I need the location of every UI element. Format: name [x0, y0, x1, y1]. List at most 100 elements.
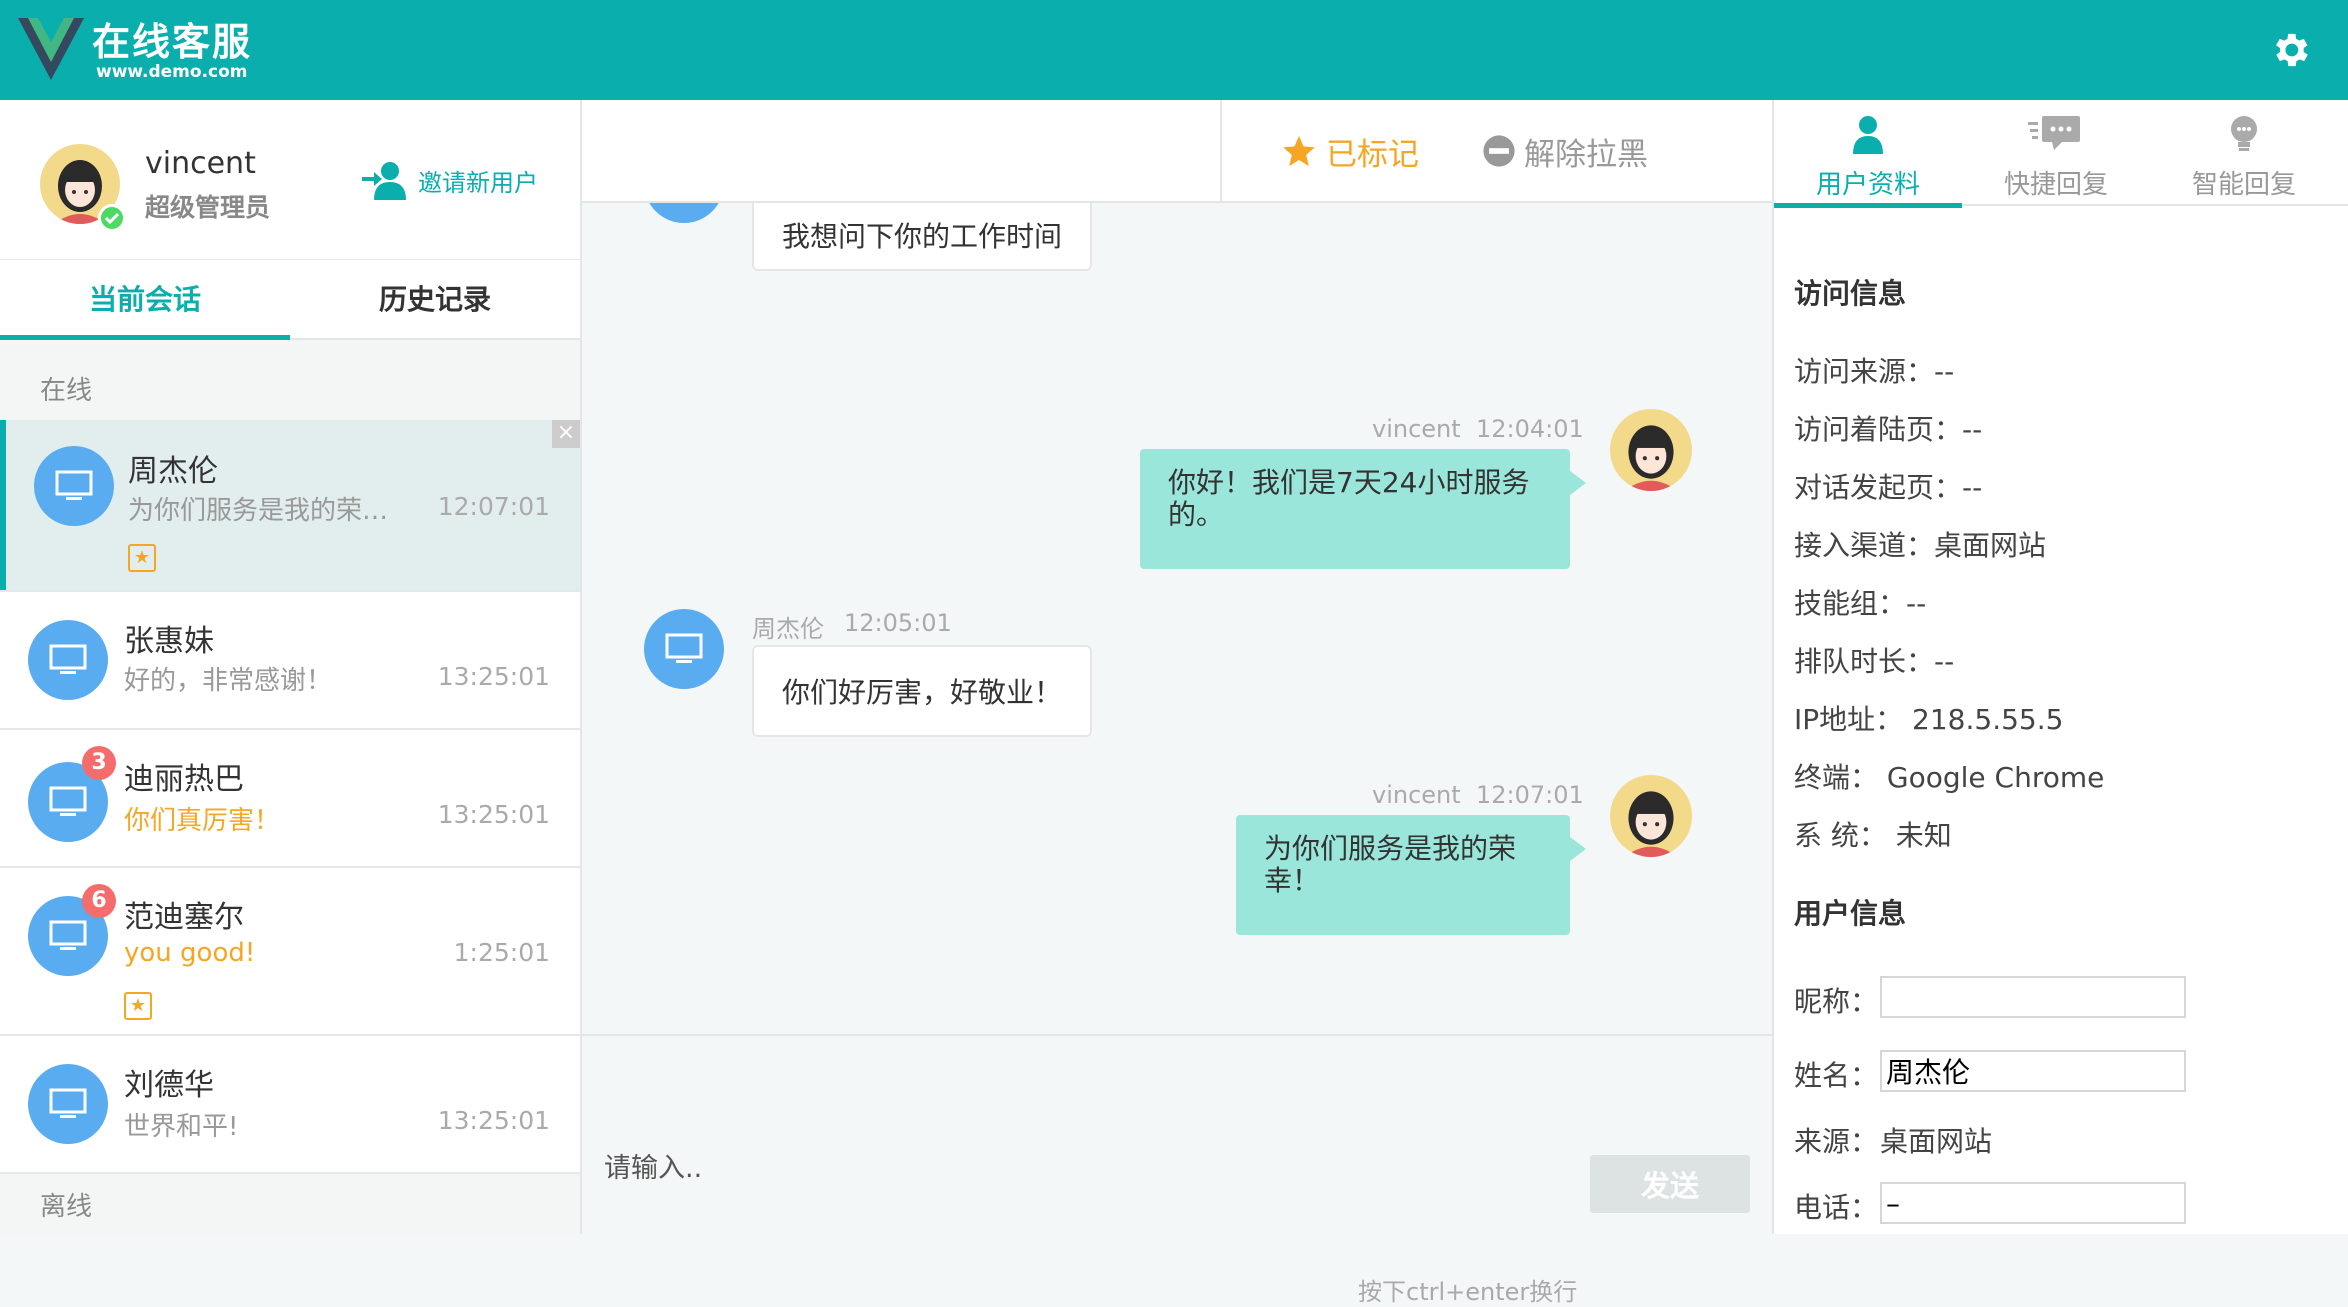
chat-toolbar: 已标记 解除拉黑: [582, 100, 1772, 203]
admin-profile: vincent 超级管理员 邀请新用户: [0, 100, 580, 260]
minus-circle-icon: [1483, 135, 1515, 167]
chat-area: 已标记 解除拉黑 我想问下你的工作时间 vincent 12:04:01 你好！…: [582, 100, 1772, 1306]
session-time: 13:25:01: [437, 800, 550, 829]
session-time: 13:25:01: [437, 1106, 550, 1135]
left-panel: vincent 超级管理员 邀请新用户 当前会话 历史记录 在线 × 周杰伦 为…: [0, 100, 582, 1234]
monitor-icon: [644, 203, 724, 223]
message-time: 12:04:01: [1476, 415, 1584, 443]
session-item[interactable]: 3 迪丽热巴 你们真厉害！ 13:25:01: [0, 730, 580, 868]
tab-current-sessions[interactable]: 当前会话: [0, 260, 290, 340]
user-info-title: 用户信息: [1794, 897, 1907, 930]
session-item[interactable]: 张惠妹 好的，非常感谢！ 13:25:01: [0, 592, 580, 730]
chat-bubble-icon: [2028, 116, 2080, 150]
session-last-message: 好的，非常感谢！: [124, 666, 333, 696]
star-icon: ★: [124, 992, 152, 1020]
source-value: 桌面网站: [1880, 1125, 1993, 1158]
queue-duration: 排队时长：--: [1794, 645, 1955, 678]
session-name: 范迪塞尔: [124, 900, 244, 935]
session-last-message: 为你们服务是我的荣…: [128, 496, 389, 526]
message-input[interactable]: [602, 1146, 1202, 1190]
marked-button[interactable]: 已标记: [1280, 128, 1419, 174]
message-bubble: 我想问下你的工作时间: [752, 203, 1092, 271]
session-item[interactable]: × 周杰伦 为你们服务是我的荣… 12:07:01 ★: [0, 420, 580, 592]
message-bubble: 为你们服务是我的荣幸！: [1236, 815, 1570, 935]
session-last-message: 你们真厉害！: [124, 806, 281, 836]
operating-system: 系 统： 未知: [1794, 819, 1952, 852]
session-tabs: 当前会话 历史记录: [0, 260, 580, 340]
visit-source: 访问来源：--: [1794, 355, 1955, 388]
nickname-field[interactable]: [1880, 976, 2186, 1018]
brand-subtitle: www.demo.com: [96, 62, 248, 82]
message-sender: vincent: [1372, 415, 1461, 443]
tab-quick-reply[interactable]: 快捷回复: [1962, 100, 2150, 206]
access-channel: 接入渠道：桌面网站: [1794, 529, 2047, 562]
online-status-icon: [98, 204, 126, 232]
session-item[interactable]: 6 范迪塞尔 you good! 1:25:01 ★: [0, 868, 580, 1036]
tab-quick-reply-label: 快捷回复: [2003, 170, 2108, 200]
group-label-online: 在线: [40, 376, 93, 406]
ip-address: IP地址： 218.5.55.5: [1794, 703, 2064, 736]
composer-hint: 按下ctrl+enter换行: [1358, 1278, 1578, 1306]
admin-role: 超级管理员: [145, 193, 271, 222]
top-header: 在线客服 www.demo.com: [0, 0, 2348, 100]
marked-label: 已标记: [1326, 136, 1419, 173]
tab-smart-reply[interactable]: 智能回复: [2150, 100, 2338, 206]
tab-user-profile-label: 用户资料: [1815, 170, 1920, 200]
bubble-tail: [1570, 837, 1586, 861]
group-label-offline: 离线: [40, 1192, 93, 1222]
message-sender: vincent: [1372, 781, 1461, 809]
close-icon[interactable]: ×: [552, 420, 580, 448]
invite-user-button[interactable]: 邀请新用户: [362, 158, 538, 202]
star-icon: ★: [128, 544, 156, 572]
session-name: 张惠妹: [124, 624, 214, 659]
name-label: 姓名：: [1794, 1059, 1879, 1092]
vue-logo-icon: [18, 18, 84, 80]
session-name: 刘德华: [124, 1068, 214, 1103]
session-time: 12:07:01: [437, 492, 550, 521]
message-time: 12:07:01: [1476, 781, 1584, 809]
avatar: [1610, 775, 1692, 857]
tab-user-profile[interactable]: 用户资料: [1774, 100, 1962, 208]
session-item[interactable]: 刘德华 世界和平! 13:25:01: [0, 1036, 580, 1174]
unblock-label: 解除拉黑: [1524, 136, 1648, 173]
landing-page: 访问着陆页：--: [1794, 413, 1983, 446]
lightbulb-icon: [2231, 116, 2257, 151]
avatar: [1610, 409, 1692, 491]
star-icon: [1283, 136, 1315, 166]
send-button[interactable]: 发送: [1590, 1155, 1750, 1213]
unread-badge: 6: [82, 884, 116, 918]
bubble-tail: [1570, 471, 1586, 495]
name-field[interactable]: [1880, 1050, 2186, 1092]
user-icon: [1853, 116, 1883, 154]
admin-name: vincent: [145, 146, 256, 181]
message-sender: 周杰伦: [752, 615, 824, 643]
monitor-icon: [28, 1064, 108, 1144]
monitor-icon: [644, 609, 724, 689]
invite-user-label: 邀请新用户: [418, 168, 538, 197]
monitor-icon: [28, 620, 108, 700]
source-label: 来源：: [1794, 1125, 1879, 1158]
tab-smart-reply-label: 智能回复: [2191, 170, 2296, 200]
session-name: 周杰伦: [128, 454, 218, 489]
message-list: 我想问下你的工作时间 vincent 12:04:01 你好！我们是7天24小时…: [582, 203, 1772, 1034]
unblock-button[interactable]: 解除拉黑: [1482, 128, 1648, 174]
toolbar-divider: [1220, 100, 1222, 201]
chat-origin-page: 对话发起页：--: [1794, 471, 1983, 504]
skill-group: 技能组：--: [1794, 587, 1927, 620]
right-panel: 用户资料 快捷回复 智能回复 访问信息 访问来源：-- 访问着陆页：-- 对话发…: [1772, 100, 2348, 1234]
nickname-label: 昵称：: [1794, 985, 1879, 1018]
phone-field[interactable]: [1880, 1182, 2186, 1224]
terminal: 终端： Google Chrome: [1794, 761, 2105, 794]
session-time: 13:25:01: [437, 662, 550, 691]
session-last-message: 世界和平!: [124, 1112, 239, 1142]
session-last-message: you good!: [124, 938, 256, 968]
visit-info-title: 访问信息: [1794, 277, 1907, 310]
phone-label: 电话：: [1794, 1191, 1879, 1224]
brand-title: 在线客服: [92, 20, 253, 64]
message-time: 12:05:01: [844, 609, 952, 637]
gear-icon[interactable]: [2268, 28, 2312, 72]
session-name: 迪丽热巴: [124, 762, 244, 797]
monitor-icon: [34, 446, 114, 526]
tab-history[interactable]: 历史记录: [290, 260, 580, 340]
add-user-icon: [362, 162, 406, 200]
